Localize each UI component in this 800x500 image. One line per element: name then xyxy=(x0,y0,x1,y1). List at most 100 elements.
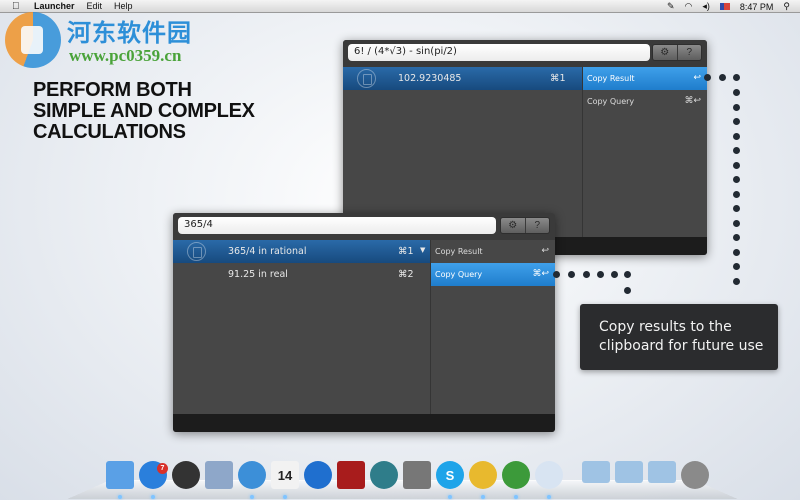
dock-item-skype[interactable]: S xyxy=(435,461,465,499)
connector-dot xyxy=(597,271,604,278)
dock-item-app-store[interactable]: 7 xyxy=(138,461,168,499)
dock-item-system-preferences[interactable] xyxy=(402,461,432,495)
running-indicator xyxy=(448,495,452,499)
time-machine-icon xyxy=(370,461,398,489)
notification-badge: 7 xyxy=(157,463,168,474)
result-label: 102.9230485 xyxy=(398,73,462,84)
results-list: 102.9230485 ⌘1 xyxy=(343,67,582,237)
connector-dot xyxy=(733,161,740,169)
connector-dot xyxy=(553,271,560,278)
query-input[interactable]: 6! / (4*√3) - sin(pi/2) xyxy=(348,44,650,61)
settings-button[interactable]: ⚙ xyxy=(501,218,526,233)
chrome-icon xyxy=(469,461,497,489)
dock-item-itunes[interactable] xyxy=(303,461,333,495)
result-row[interactable]: 91.25 in real ⌘2 xyxy=(173,263,430,286)
watermark-title: 河东软件园 xyxy=(67,19,192,47)
dashboard-icon xyxy=(172,461,200,489)
launcher-window-front: 365/4 ⚙ ? 365/4 in rational ⌘1 ▼ 91.25 i… xyxy=(173,213,555,432)
action-label: Copy Query xyxy=(587,97,635,106)
action-copy-query[interactable]: Copy Query ⌘↩ xyxy=(583,90,707,113)
flag-us-icon[interactable] xyxy=(719,3,730,10)
connector-dot xyxy=(624,287,631,294)
dock-item-downloads-folder[interactable] xyxy=(647,461,677,495)
dock-item-safari[interactable] xyxy=(237,461,267,499)
dock-item-documents-folder[interactable] xyxy=(614,461,644,495)
running-indicator xyxy=(151,495,155,499)
menubar-clock[interactable]: 8:47 PM xyxy=(740,2,774,12)
calendar-icon: 14 xyxy=(271,461,299,489)
watermark-logo-icon xyxy=(5,12,61,68)
connector-dot xyxy=(719,74,726,81)
connector-dot xyxy=(733,219,740,227)
connector-dot xyxy=(733,103,740,111)
connector-dot xyxy=(733,277,740,285)
volume-icon[interactable]: ◂) xyxy=(702,1,710,12)
toolbar-buttons: ⚙ ? xyxy=(500,217,550,234)
headline: PERFORM BOTH SIMPLE AND COMPLEX CALCULAT… xyxy=(33,80,255,143)
settings-button[interactable]: ⚙ xyxy=(653,45,678,60)
dock-item-dashboard[interactable] xyxy=(171,461,201,495)
connector-dot xyxy=(583,271,590,278)
connector-dot xyxy=(568,271,575,278)
connector-dot xyxy=(733,190,740,198)
callout-line: Copy results to the xyxy=(599,319,732,335)
action-copy-result[interactable]: Copy Result ↩ xyxy=(431,240,555,263)
help-button[interactable]: ? xyxy=(678,45,702,60)
running-indicator xyxy=(481,495,485,499)
connector-dot xyxy=(733,89,740,96)
connector-dot xyxy=(733,147,740,154)
dock-item-adium[interactable] xyxy=(501,461,531,499)
wifi-icon[interactable]: ◠ xyxy=(685,1,693,12)
launcher-icon xyxy=(535,461,563,489)
dock-item-calendar[interactable]: 14 xyxy=(270,461,300,499)
dock-item-finder[interactable] xyxy=(105,461,135,499)
callout-tooltip: Copy results to the clipboard for future… xyxy=(580,304,778,370)
action-copy-query[interactable]: Copy Query ⌘↩ xyxy=(431,263,555,286)
running-indicator xyxy=(514,495,518,499)
finder-icon xyxy=(106,461,134,489)
action-label: Copy Query xyxy=(435,270,483,279)
documents-folder-icon xyxy=(615,461,643,483)
photo-booth-icon xyxy=(337,461,365,489)
running-indicator xyxy=(547,495,551,499)
itunes-icon xyxy=(304,461,332,489)
callout-line: clipboard for future use xyxy=(599,338,764,354)
connector-dot xyxy=(733,248,740,256)
expand-arrow-icon[interactable]: ▼ xyxy=(420,246,425,254)
action-label: Copy Result xyxy=(435,247,483,256)
dock: 7 14 S xyxy=(105,455,710,499)
result-label: 365/4 in rational xyxy=(228,246,307,257)
skype-icon: S xyxy=(436,461,464,489)
result-row[interactable]: 102.9230485 ⌘1 xyxy=(343,67,582,90)
connector-dot xyxy=(704,74,711,81)
action-copy-result[interactable]: Copy Result ↩ xyxy=(583,67,707,90)
connector-dot xyxy=(624,271,631,278)
query-input[interactable]: 365/4 xyxy=(178,217,496,234)
return-key-icon: ↩ xyxy=(693,73,701,83)
connector-dot xyxy=(733,74,740,81)
trash-icon xyxy=(681,461,709,489)
safari-icon xyxy=(238,461,266,489)
adium-icon xyxy=(502,461,530,489)
dock-item-photo-booth[interactable] xyxy=(336,461,366,495)
headline-line: PERFORM BOTH xyxy=(33,79,192,101)
dock-item-mail[interactable] xyxy=(204,461,234,495)
mail-icon xyxy=(205,461,233,489)
dock-item-applications-folder[interactable] xyxy=(581,461,611,495)
help-button[interactable]: ? xyxy=(526,218,550,233)
dock-item-chrome[interactable] xyxy=(468,461,498,499)
status-area: ✎ ◠ ◂) 8:47 PM ⚲ xyxy=(667,0,790,13)
query-bar: 365/4 ⚙ ? xyxy=(173,213,555,240)
search-icon[interactable]: ⚲ xyxy=(783,1,790,12)
window-footer xyxy=(173,414,555,432)
dock-item-launcher[interactable] xyxy=(534,461,564,499)
result-row[interactable]: 365/4 in rational ⌘1 ▼ xyxy=(173,240,430,263)
result-shortcut: ⌘1 xyxy=(398,246,414,257)
dock-item-time-machine[interactable] xyxy=(369,461,399,495)
watermark: 河东软件园 www.pc0359.cn xyxy=(5,10,215,70)
dock-item-trash[interactable] xyxy=(680,461,710,495)
return-key-icon: ↩ xyxy=(541,246,549,256)
cmd-return-key-icon: ⌘↩ xyxy=(684,96,701,106)
launcher-rocket-icon[interactable]: ✎ xyxy=(667,1,675,12)
query-bar: 6! / (4*√3) - sin(pi/2) ⚙ ? xyxy=(343,40,707,67)
